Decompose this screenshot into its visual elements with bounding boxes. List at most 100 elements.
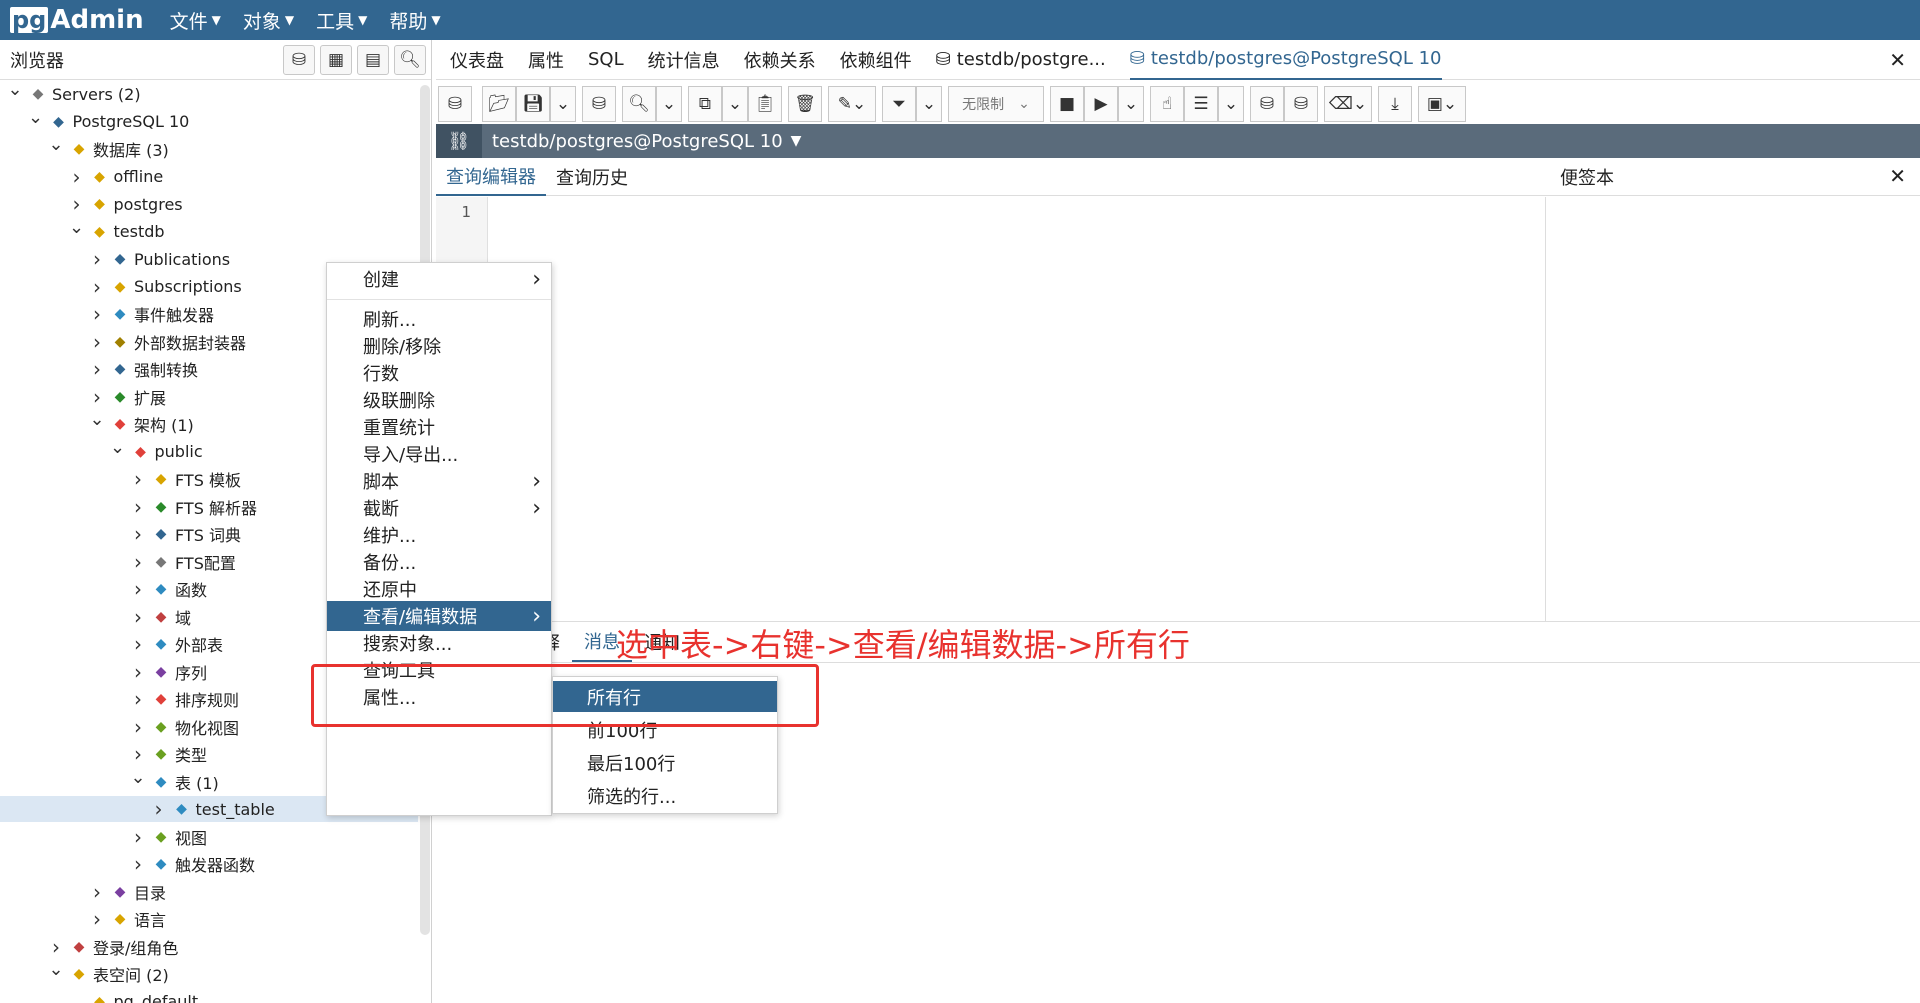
tab-query-tool-1[interactable]: ⛁ testdb/postgre... — [936, 40, 1106, 80]
chevron-down-icon[interactable]: ⌄ — [68, 218, 86, 241]
chevron-right-icon[interactable]: › — [47, 935, 65, 959]
tab-properties[interactable]: 属性 — [528, 40, 564, 80]
tree-node[interactable]: › ◆ 触发器函数 — [0, 851, 418, 877]
context-menu-item[interactable]: 级联删除 — [327, 385, 551, 415]
filter-dropdown[interactable]: ⌄ — [916, 86, 942, 122]
chevron-right-icon[interactable]: › — [88, 385, 106, 409]
context-menu-item[interactable]: 行数 — [327, 358, 551, 388]
filter-button[interactable]: ⏷ — [882, 86, 916, 122]
context-menu-item[interactable]: 维护... — [327, 520, 551, 550]
chevron-right-icon[interactable]: › — [88, 880, 106, 904]
chevron-right-icon[interactable]: › — [68, 192, 86, 216]
commit-button[interactable]: ⛁ — [1250, 86, 1284, 122]
execute-dropdown[interactable]: ⌄ — [1118, 86, 1144, 122]
chevron-right-icon[interactable]: › — [129, 495, 147, 519]
stop-button[interactable]: ■ — [1050, 86, 1084, 122]
filter-table-button[interactable]: ▤ — [357, 44, 389, 75]
context-menu-item[interactable]: 截断 › — [327, 493, 551, 523]
tree-node[interactable]: › ◆ 登录/组角色 — [0, 934, 418, 960]
clear-button[interactable]: ⌫⌄ — [1324, 86, 1372, 122]
chevron-right-icon[interactable]: › — [129, 825, 147, 849]
tree-node[interactable]: ⌄ ◆ 数据库 (3) — [0, 136, 418, 162]
chevron-down-icon[interactable]: ⌄ — [88, 411, 106, 433]
context-menu-item[interactable]: 备份... — [327, 547, 551, 577]
tab-dashboard[interactable]: 仪表盘 — [450, 40, 504, 80]
explain-button[interactable]: ☝ — [1150, 86, 1184, 122]
context-menu-item[interactable]: 脚本 › — [327, 466, 551, 496]
copy-dropdown[interactable]: ⌄ — [722, 86, 748, 122]
save-dropdown[interactable]: ⌄ — [550, 86, 576, 122]
context-menu-item[interactable]: 重置统计 — [327, 412, 551, 442]
context-menu-item[interactable]: 导入/导出... — [327, 439, 551, 469]
context-menu-item[interactable]: 刷新... — [327, 304, 551, 334]
grid-view-button[interactable]: ▦ — [320, 44, 352, 75]
execute-button[interactable]: ▶ — [1084, 86, 1118, 122]
chevron-right-icon[interactable]: › — [129, 742, 147, 766]
context-menu-item[interactable]: 查看/编辑数据 › — [327, 601, 551, 631]
chevron-right-icon[interactable]: › — [129, 577, 147, 601]
open-file-button[interactable]: 📂︎ — [482, 86, 516, 122]
tree-node[interactable]: ⌄ ◆ Servers (2) — [0, 81, 418, 107]
menu-tools[interactable]: 工具 ▼ — [316, 7, 367, 34]
chevron-down-icon[interactable]: ⌄ — [47, 136, 65, 158]
macros-button[interactable]: ▣⌄ — [1418, 86, 1466, 122]
context-menu-item[interactable]: 还原中 — [327, 574, 551, 604]
chevron-right-icon[interactable]: › — [68, 165, 86, 189]
chevron-right-icon[interactable]: › — [88, 275, 106, 299]
delete-button[interactable]: 🗑︎ — [788, 86, 822, 122]
chevron-right-icon[interactable]: › — [88, 357, 106, 381]
find-dropdown[interactable]: ⌄ — [656, 86, 682, 122]
chevron-right-icon[interactable]: › — [88, 247, 106, 271]
tree-node[interactable]: › ◆ offline — [0, 164, 418, 190]
chevron-down-icon[interactable]: ⌄ — [6, 81, 24, 103]
chevron-right-icon[interactable]: › — [129, 852, 147, 876]
rollback-button[interactable]: ⛁ — [1284, 86, 1318, 122]
tab-dependencies[interactable]: 依赖关系 — [744, 40, 816, 80]
chevron-right-icon[interactable]: › — [129, 522, 147, 546]
search-button[interactable]: 🔍︎ — [394, 44, 426, 75]
sql-editor[interactable]: 1 — [436, 197, 1546, 621]
tab-query-tool-2[interactable]: ⛁ testdb/postgres@PostgreSQL 10 — [1129, 40, 1442, 80]
explain-analyze-button[interactable]: ☰ — [1184, 86, 1218, 122]
tree-node[interactable]: ⌄ ◆ testdb — [0, 218, 418, 245]
chevron-right-icon[interactable]: › — [129, 715, 147, 739]
tab-dependents[interactable]: 依赖组件 — [840, 40, 912, 80]
chevron-right-icon[interactable]: › — [150, 797, 168, 821]
chevron-right-icon[interactable]: › — [129, 605, 147, 629]
edit-button[interactable]: ✎⌄ — [828, 86, 876, 122]
tree-node[interactable]: › ◆ postgres — [0, 191, 418, 217]
submenu-item[interactable]: 最后100行 — [553, 747, 777, 778]
explain-dropdown[interactable]: ⌄ — [1218, 86, 1244, 122]
find-button[interactable]: 🔍︎ — [622, 86, 656, 122]
copy-button[interactable]: ⧉ — [688, 86, 722, 122]
chevron-right-icon[interactable]: › — [88, 302, 106, 326]
chevron-right-icon[interactable]: › — [129, 467, 147, 491]
context-menu-item[interactable]: 创建 › — [327, 264, 551, 294]
tree-node[interactable]: › ◆ 目录 — [0, 879, 418, 905]
submenu-item[interactable]: 筛选的行... — [553, 780, 777, 811]
tree-node[interactable]: › ◆ 语言 — [0, 906, 418, 932]
open-connection-button[interactable]: ⛁ — [438, 86, 472, 122]
context-menu-item[interactable]: 删除/移除 — [327, 331, 551, 361]
tab-query-editor[interactable]: 查询编辑器 — [436, 158, 546, 196]
chevron-right-icon[interactable]: › — [129, 660, 147, 684]
chevron-right-icon[interactable]: › — [129, 687, 147, 711]
chevron-right-icon[interactable]: › — [129, 632, 147, 656]
close-icon[interactable]: ✕ — [1889, 164, 1906, 188]
tree-node[interactable]: › ◆ 视图 — [0, 824, 418, 850]
chevron-right-icon[interactable]: › — [88, 907, 106, 931]
menu-object[interactable]: 对象 ▼ — [243, 7, 294, 34]
save-button[interactable]: 💾︎ — [516, 86, 550, 122]
tree-node[interactable]: ⌄ ◆ 表空间 (2) — [0, 961, 418, 987]
chevron-down-icon[interactable]: ⌄ — [129, 768, 147, 791]
menu-help[interactable]: 帮助 ▼ — [389, 7, 440, 34]
save-data-button[interactable]: ⛁ — [582, 86, 616, 122]
tree-node[interactable]: ⌄ ◆ PostgreSQL 10 — [0, 108, 418, 135]
context-menu-item[interactable]: 搜索对象... — [327, 628, 551, 658]
tab-sql[interactable]: SQL — [588, 40, 624, 80]
row-limit-select[interactable]: 无限制 ⌄ — [948, 86, 1044, 122]
tab-statistics[interactable]: 统计信息 — [648, 40, 720, 80]
database-icon-button[interactable]: ⛁ — [283, 44, 315, 75]
chevron-down-icon[interactable]: ⌄ — [47, 961, 65, 983]
tree-node[interactable]: ◆ pg_default — [0, 989, 418, 1003]
